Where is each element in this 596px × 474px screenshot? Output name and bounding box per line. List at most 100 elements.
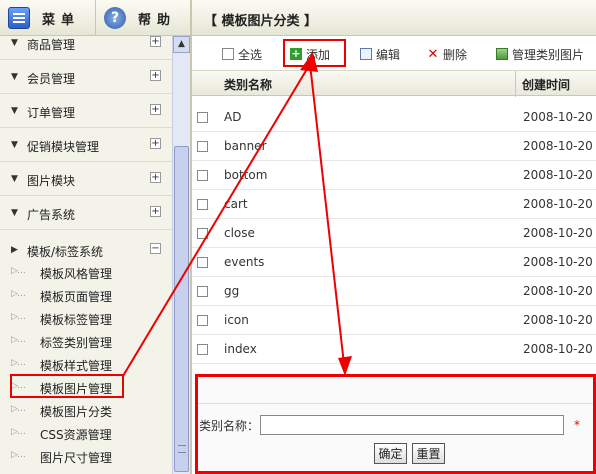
help-button[interactable]: ? 帮助 bbox=[104, 0, 186, 36]
row-checkbox[interactable] bbox=[197, 228, 208, 239]
app-window: 菜单 ? 帮助 【 模板图片分类 】 ▼ 商品管理 + ▼ 会员管理 + ▼ 订… bbox=[0, 0, 596, 474]
sidebar-group-label: 促销模块管理 bbox=[27, 140, 100, 154]
sidebar-group-label: 模板/标签系统 bbox=[27, 245, 104, 259]
table-row[interactable]: AD 2008-10-20 bbox=[192, 103, 596, 132]
row-created: 2008-10-20 bbox=[523, 284, 593, 298]
expand-toggle-icon[interactable]: + bbox=[150, 172, 161, 183]
sidebar-item-image-sizes[interactable]: ▷… 图片尺寸管理 bbox=[0, 446, 172, 468]
row-checkbox[interactable] bbox=[197, 199, 208, 210]
manage-images-label: 管理类别图片 bbox=[512, 47, 585, 62]
row-created: 2008-10-20 bbox=[523, 139, 593, 153]
help-label: 帮助 bbox=[138, 12, 177, 28]
help-icon: ? bbox=[104, 7, 126, 29]
expand-arrow-icon: ▼ bbox=[11, 106, 18, 116]
page-title: 【 模板图片分类 】 bbox=[204, 14, 318, 29]
expand-toggle-icon[interactable]: + bbox=[150, 36, 161, 47]
row-checkbox[interactable] bbox=[197, 286, 208, 297]
sidebar-group-products[interactable]: ▼ 商品管理 + bbox=[0, 36, 172, 60]
edit-label: 编辑 bbox=[376, 47, 401, 62]
toolbar: 全选 + 添加 编辑 ✕ 删除 管理类别图片 bbox=[192, 36, 596, 70]
row-name: banner bbox=[224, 139, 267, 153]
sidebar-group-orders[interactable]: ▼ 订单管理 + bbox=[0, 94, 172, 128]
sidebar-group-label: 商品管理 bbox=[27, 38, 76, 52]
row-name: events bbox=[224, 255, 265, 269]
sidebar-item-template-image-categories[interactable]: ▷… 模板图片分类 bbox=[0, 400, 172, 422]
tree-branch-icon: ▷… bbox=[11, 289, 26, 299]
checkbox-icon bbox=[222, 48, 234, 60]
sidebar-group-members[interactable]: ▼ 会员管理 + bbox=[0, 60, 172, 94]
scrollbar-grip-icon bbox=[178, 445, 186, 453]
sidebar-item-tag-categories[interactable]: ▷… 标签类别管理 bbox=[0, 331, 172, 353]
select-all-button[interactable]: 全选 bbox=[222, 45, 262, 63]
sidebar-item-template-styles[interactable]: ▷… 模板风格管理 bbox=[0, 262, 172, 284]
row-name: close bbox=[224, 226, 255, 240]
row-created: 2008-10-20 bbox=[523, 255, 593, 269]
row-created: 2008-10-20 bbox=[523, 110, 593, 124]
tree-branch-icon: ▷… bbox=[11, 335, 26, 345]
sidebar-group-label: 订单管理 bbox=[27, 106, 76, 120]
reset-button[interactable]: 重置 bbox=[412, 443, 445, 464]
expand-arrow-icon: ▼ bbox=[11, 140, 18, 150]
sidebar-item-template-css[interactable]: ▷… 模板样式管理 bbox=[0, 354, 172, 376]
expand-toggle-icon[interactable]: + bbox=[150, 70, 161, 81]
row-checkbox[interactable] bbox=[197, 315, 208, 326]
sidebar-group-images[interactable]: ▼ 图片模块 + bbox=[0, 162, 172, 196]
table-row[interactable]: index 2008-10-20 bbox=[192, 335, 596, 364]
collapse-toggle-icon[interactable]: − bbox=[150, 243, 161, 254]
top-divider bbox=[190, 0, 192, 36]
row-checkbox[interactable] bbox=[197, 141, 208, 152]
expand-toggle-icon[interactable]: + bbox=[150, 138, 161, 149]
row-checkbox[interactable] bbox=[197, 170, 208, 181]
row-name: index bbox=[224, 342, 257, 356]
scroll-up-arrow-icon[interactable]: ▲ bbox=[173, 36, 190, 53]
menu-button[interactable]: 菜单 bbox=[8, 0, 96, 36]
row-created: 2008-10-20 bbox=[523, 197, 593, 211]
expand-arrow-icon: ▼ bbox=[11, 72, 18, 82]
confirm-button[interactable]: 确定 bbox=[374, 443, 407, 464]
sidebar-scrollbar[interactable]: ▲ bbox=[172, 36, 190, 474]
sidebar-item-label: 模板标签管理 bbox=[40, 313, 113, 327]
delete-button[interactable]: ✕ 删除 bbox=[427, 45, 467, 63]
tree-branch-icon: ▷… bbox=[11, 404, 26, 414]
sidebar-item-label: 模板图片分类 bbox=[40, 405, 113, 419]
row-created: 2008-10-20 bbox=[523, 342, 593, 356]
row-checkbox[interactable] bbox=[197, 112, 208, 123]
table-row[interactable]: cart 2008-10-20 bbox=[192, 190, 596, 219]
edit-button[interactable]: 编辑 bbox=[360, 45, 400, 63]
table-row[interactable]: icon 2008-10-20 bbox=[192, 306, 596, 335]
row-name: cart bbox=[224, 197, 248, 211]
table-row[interactable]: events 2008-10-20 bbox=[192, 248, 596, 277]
row-checkbox[interactable] bbox=[197, 257, 208, 268]
table-row[interactable]: close 2008-10-20 bbox=[192, 219, 596, 248]
table-row[interactable]: banner 2008-10-20 bbox=[192, 132, 596, 161]
sidebar-group-promotions[interactable]: ▼ 促销模块管理 + bbox=[0, 128, 172, 162]
menu-label: 菜单 bbox=[42, 12, 81, 28]
sidebar-item-label: 标签类别管理 bbox=[40, 336, 113, 350]
expand-toggle-icon[interactable]: + bbox=[150, 206, 161, 217]
sidebar-item-template-tags[interactable]: ▷… 模板标签管理 bbox=[0, 308, 172, 330]
column-header-created[interactable]: 创建时间 bbox=[522, 76, 570, 93]
tree-branch-icon: ▷… bbox=[11, 312, 26, 322]
top-bar: 菜单 ? 帮助 【 模板图片分类 】 bbox=[0, 0, 596, 36]
row-name: icon bbox=[224, 313, 249, 327]
row-created: 2008-10-20 bbox=[523, 226, 593, 240]
manage-images-icon bbox=[496, 48, 508, 60]
table-row[interactable]: bottom 2008-10-20 bbox=[192, 161, 596, 190]
sidebar-item-template-pages[interactable]: ▷… 模板页面管理 bbox=[0, 285, 172, 307]
row-checkbox[interactable] bbox=[197, 344, 208, 355]
delete-icon: ✕ bbox=[427, 46, 439, 62]
sidebar-group-ads[interactable]: ▼ 广告系统 + bbox=[0, 196, 172, 230]
select-all-label: 全选 bbox=[238, 47, 263, 62]
sidebar-item-label: CSS资源管理 bbox=[40, 428, 112, 442]
form-body: 类别名称： * 确定 重置 bbox=[198, 377, 593, 471]
delete-label: 删除 bbox=[443, 47, 468, 62]
expand-arrow-icon: ▼ bbox=[11, 208, 18, 218]
category-name-input[interactable] bbox=[260, 415, 564, 435]
expand-toggle-icon[interactable]: + bbox=[150, 104, 161, 115]
column-header-name[interactable]: 类别名称 bbox=[224, 76, 272, 93]
manage-images-button[interactable]: 管理类别图片 bbox=[496, 45, 584, 63]
table-row[interactable]: gg 2008-10-20 bbox=[192, 277, 596, 306]
sidebar-item-css-resources[interactable]: ▷… CSS资源管理 bbox=[0, 423, 172, 445]
sidebar-group-label: 广告系统 bbox=[27, 208, 76, 222]
scrollbar-thumb[interactable] bbox=[174, 146, 189, 472]
